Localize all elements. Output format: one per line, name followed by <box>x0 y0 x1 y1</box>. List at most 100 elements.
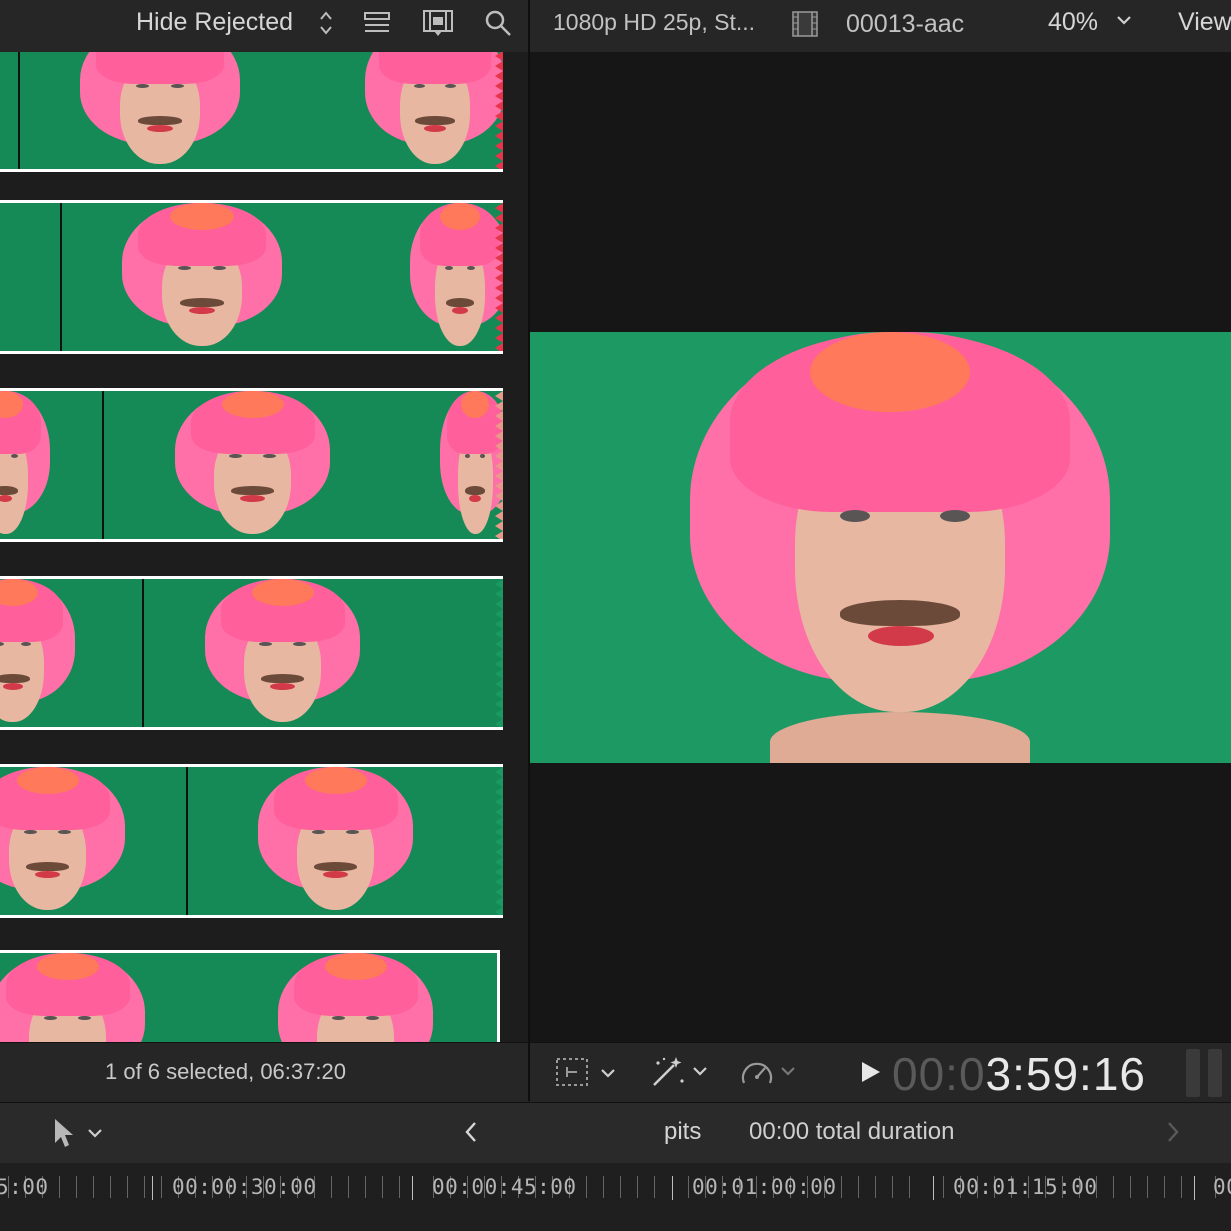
thumbnail-person-image <box>410 203 503 351</box>
ruler-tick <box>76 1176 77 1198</box>
filmstrip-thumbnails <box>0 52 503 169</box>
timeline-toolbar: pits 00:00 total duration <box>0 1102 1231 1164</box>
search-icon[interactable] <box>484 9 512 37</box>
thumbnail-person-image <box>122 203 282 351</box>
ruler-tick <box>1181 1176 1182 1198</box>
thumbnail-person-image <box>0 391 50 539</box>
clip-end-marker <box>495 579 503 727</box>
ruler-tick <box>1147 1176 1148 1198</box>
ruler-major-tick <box>672 1176 673 1200</box>
ruler-tick <box>909 1176 910 1198</box>
thumbnail-person-image <box>278 953 433 1042</box>
chevron-down-icon[interactable] <box>780 1065 796 1077</box>
thumbnail-person-image <box>365 52 503 169</box>
ruler-tick <box>858 1176 859 1198</box>
ruler-tick <box>654 1176 655 1198</box>
play-icon[interactable] <box>860 1060 882 1084</box>
timecode-leading: 00:0 <box>892 1048 986 1100</box>
viewer-controls: 00:03:59:16 <box>530 1042 1231 1102</box>
selection-status: 1 of 6 selected, 06:37:20 <box>105 1059 346 1084</box>
filmstrip-icon[interactable] <box>422 9 454 37</box>
ruler-tick <box>127 1176 128 1198</box>
hide-rejected-filter[interactable]: Hide Rejected <box>136 8 293 37</box>
timecode-display[interactable]: 00:03:59:16 <box>892 1047 1146 1101</box>
chevron-down-icon[interactable] <box>1116 14 1132 26</box>
clip-boundary <box>142 579 144 727</box>
thumbnail-person-image <box>0 953 145 1042</box>
filmstrip-clip-1[interactable] <box>0 52 503 172</box>
viewer-person-image <box>690 332 1110 763</box>
ruler-label: 00 <box>1213 1175 1231 1199</box>
ruler-tick <box>620 1176 621 1198</box>
ruler-tick <box>875 1176 876 1198</box>
ruler-major-tick <box>152 1176 153 1200</box>
timecode-current: 3:59:16 <box>985 1048 1147 1100</box>
chevron-down-icon[interactable] <box>692 1065 708 1077</box>
thumbnail-person-image <box>205 579 360 727</box>
ruler-tick <box>688 1176 689 1198</box>
filmstrip-clip-4[interactable] <box>0 576 503 730</box>
ruler-tick <box>892 1176 893 1198</box>
chevron-right-icon[interactable] <box>1166 1121 1180 1143</box>
arrow-cursor-icon[interactable] <box>52 1117 76 1149</box>
filmstrip-clip-2[interactable] <box>0 200 503 354</box>
clip-end-marker <box>495 203 503 351</box>
browser-filmstrips[interactable] <box>0 52 528 1042</box>
ruler-tick <box>348 1176 349 1198</box>
filmstrip-thumbnails <box>0 579 503 727</box>
ruler-label: 5:00 <box>0 1175 49 1199</box>
ruler-tick <box>943 1176 944 1198</box>
ruler-label: 00:01:15:00 <box>953 1175 1098 1199</box>
ruler-tick <box>586 1176 587 1198</box>
ruler-tick <box>1130 1176 1131 1198</box>
ruler-tick <box>1164 1176 1165 1198</box>
thumbnail-person-image <box>0 767 125 915</box>
filmstrip-thumbnails <box>0 203 503 351</box>
format-label[interactable]: 1080p HD 25p, St... <box>553 9 755 36</box>
clip-boundary <box>18 52 20 169</box>
thumbnail-person-image <box>80 52 240 169</box>
ruler-major-tick <box>933 1176 934 1200</box>
thumbnail-person-image <box>258 767 413 915</box>
view-menu[interactable]: View <box>1178 8 1231 37</box>
chevron-down-icon[interactable] <box>600 1067 616 1079</box>
ruler-label: 00:01:00:00 <box>692 1175 837 1199</box>
clip-end-marker <box>495 767 503 915</box>
ruler-tick <box>93 1176 94 1198</box>
chevron-left-icon[interactable] <box>464 1121 478 1143</box>
audio-meter-left <box>1186 1049 1200 1097</box>
chevron-down-icon[interactable] <box>87 1127 103 1139</box>
ruler-tick <box>637 1176 638 1198</box>
magic-wand-icon[interactable] <box>650 1055 686 1089</box>
viewer-frame-image <box>530 332 1231 763</box>
ruler-label: 00:00:30:00 <box>172 1175 317 1199</box>
zoom-level[interactable]: 40% <box>1048 8 1098 37</box>
browser-toolbar: Hide Rejected <box>0 0 528 52</box>
audio-meter-right <box>1208 1049 1222 1097</box>
viewer-toolbar: 1080p HD 25p, St... 00013-aac 40% View <box>530 0 1231 52</box>
filmstrip-thumbnails <box>0 953 497 1042</box>
clip-boundary <box>102 391 104 539</box>
list-icon[interactable] <box>364 12 390 34</box>
clip-name: 00013-aac <box>846 10 965 38</box>
filmstrip-clip-6[interactable] <box>0 950 500 1042</box>
transform-icon[interactable] <box>555 1057 589 1087</box>
ruler-tick <box>603 1176 604 1198</box>
browser-status-bar: 1 of 6 selected, 06:37:20 <box>0 1042 528 1102</box>
ruler-tick <box>110 1176 111 1198</box>
updown-chevron-icon[interactable] <box>318 9 334 37</box>
clip-end-marker <box>495 391 503 539</box>
ruler-major-tick <box>1194 1176 1195 1200</box>
ruler-tick <box>144 1176 145 1198</box>
thumbnail-person-image <box>175 391 330 539</box>
thumbnail-person-image <box>0 579 75 727</box>
total-duration: 00:00 total duration <box>749 1118 955 1145</box>
filmstrip-clip-5[interactable] <box>0 764 503 918</box>
filmstrip-clip-3[interactable] <box>0 388 503 542</box>
clip-boundary <box>60 203 62 351</box>
speedometer-icon[interactable] <box>740 1057 774 1087</box>
ruler-tick <box>365 1176 366 1198</box>
ruler-tick <box>1113 1176 1114 1198</box>
ruler-tick <box>841 1176 842 1198</box>
clip-boundary <box>186 767 188 915</box>
